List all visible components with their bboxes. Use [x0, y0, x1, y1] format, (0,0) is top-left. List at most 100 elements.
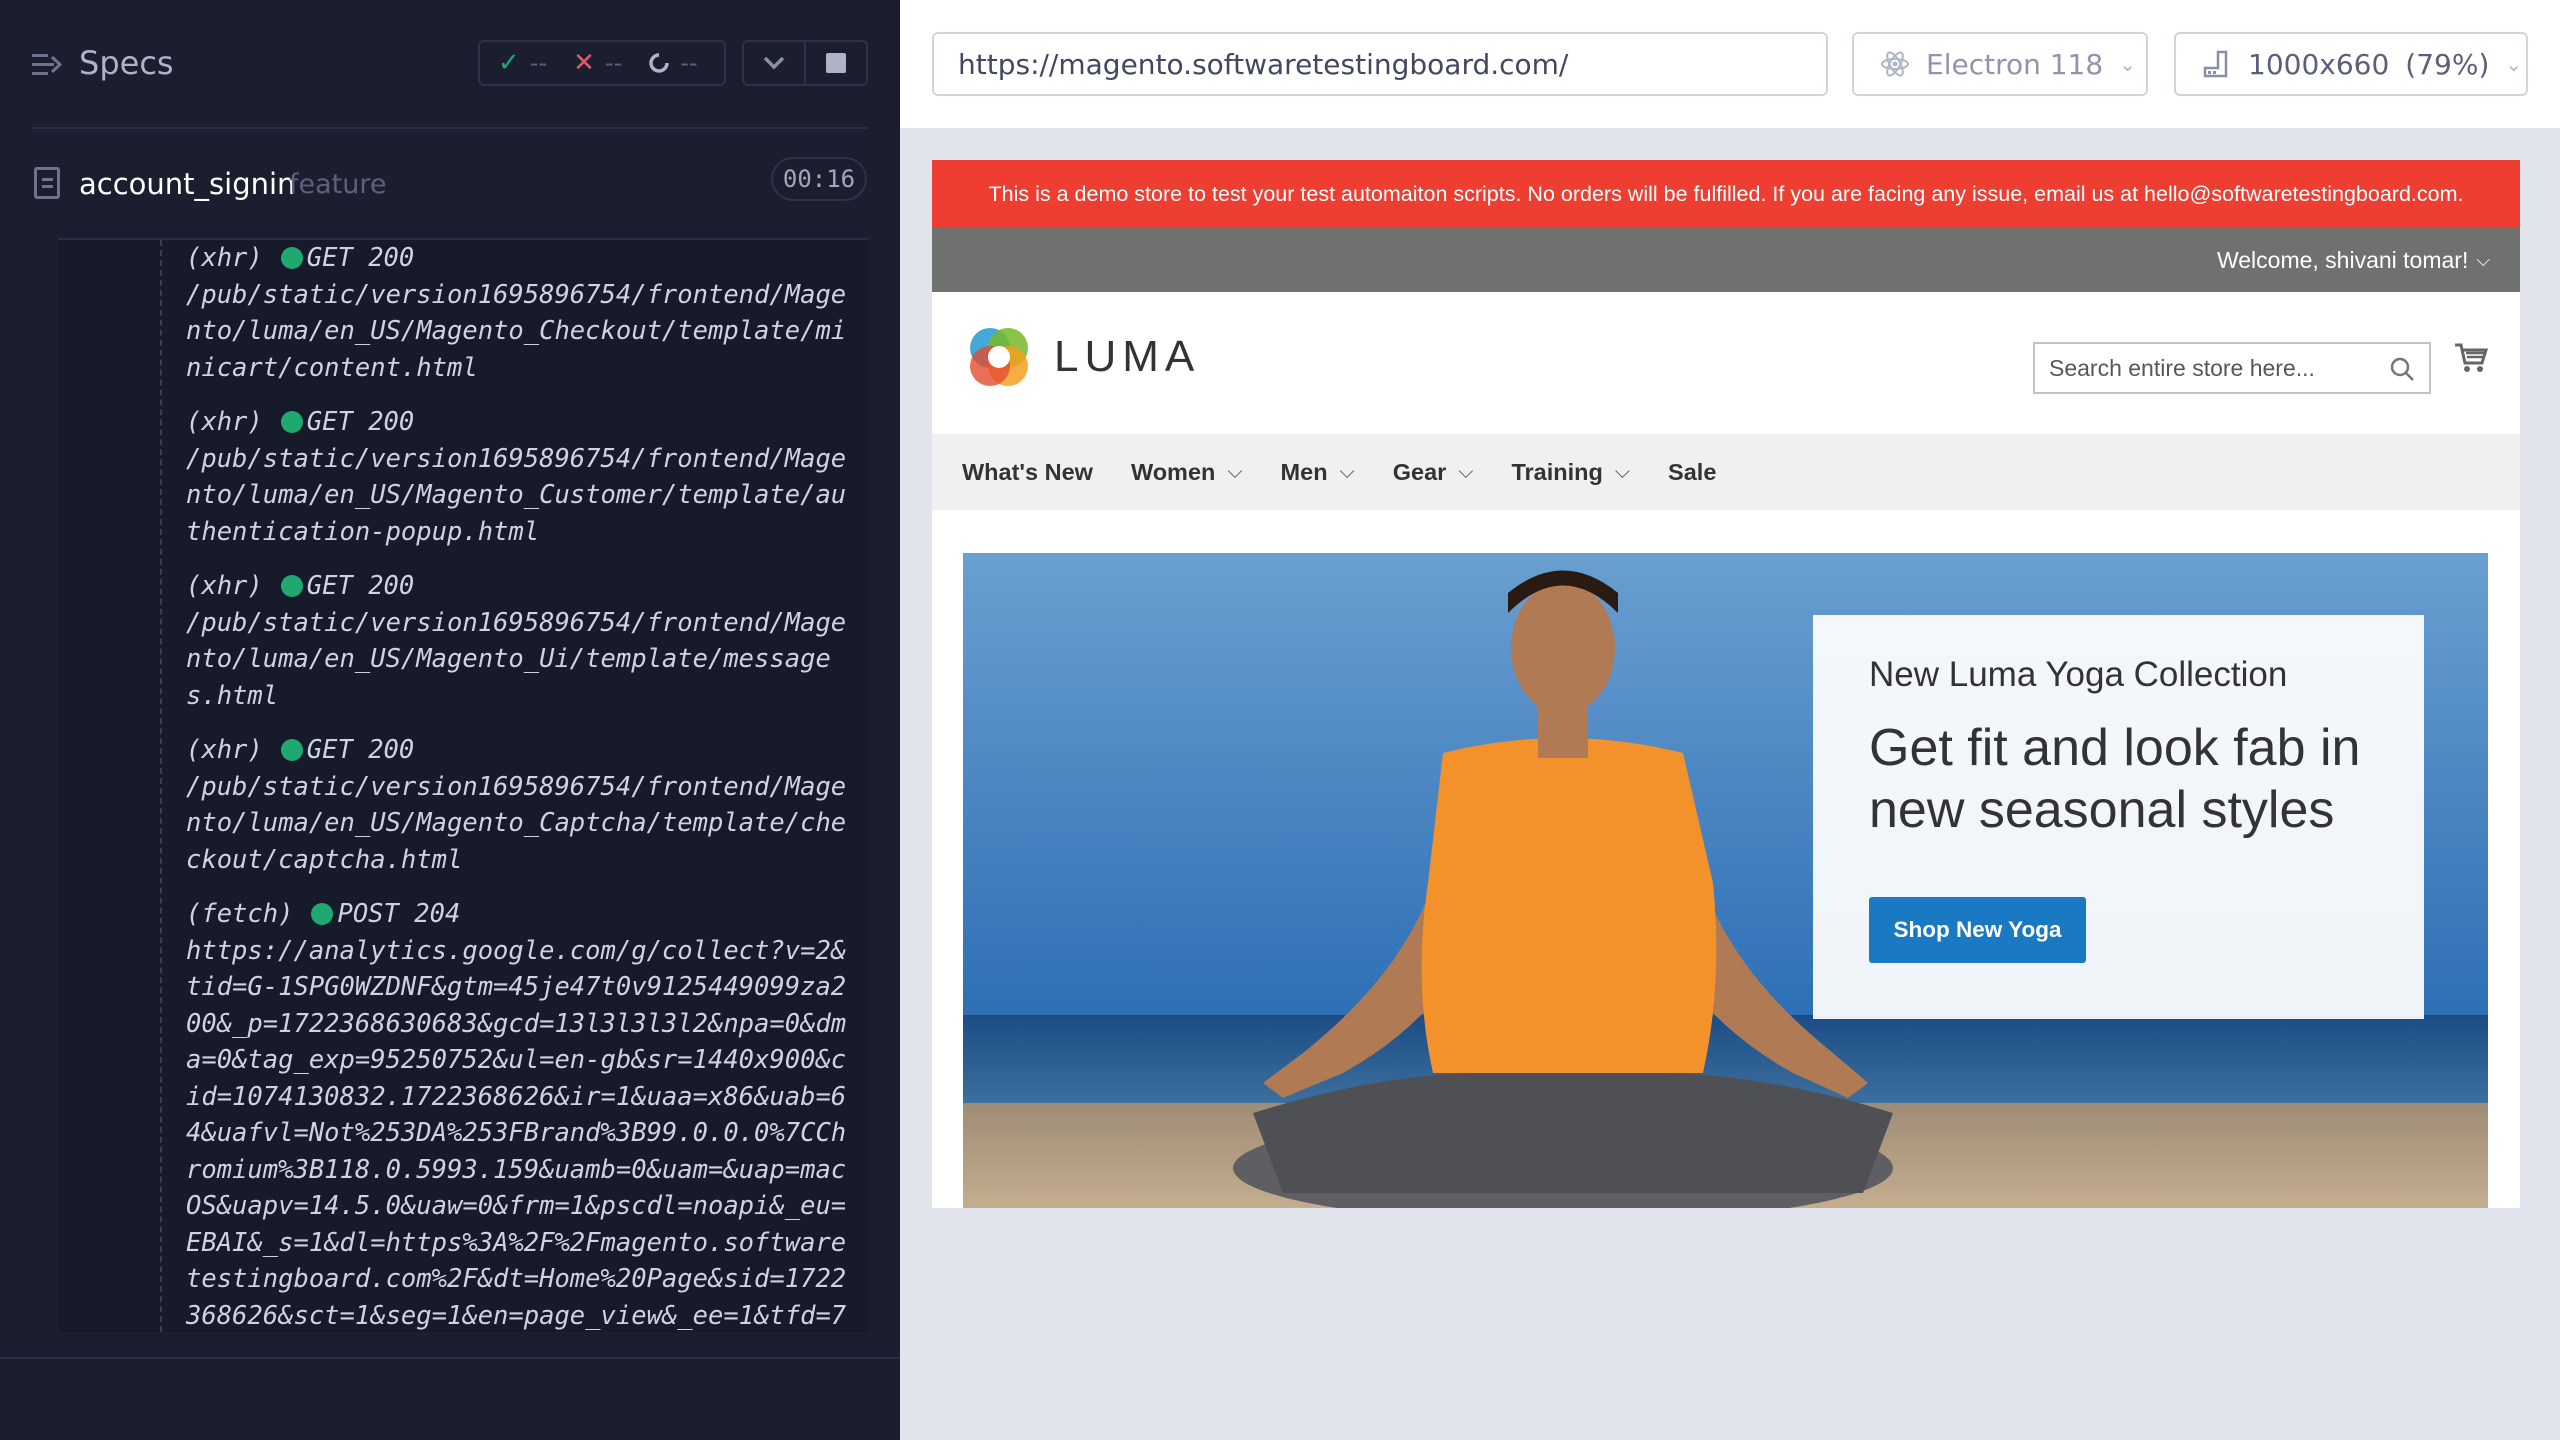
chevron-down-icon: ⌵: [1339, 460, 1355, 483]
spec-extension: feature: [289, 169, 387, 200]
nav-item-men[interactable]: Men ⌵: [1281, 459, 1355, 486]
log-entry[interactable]: (fetch) POST 204 https://analytics.google…: [186, 896, 856, 1332]
nav-item-sale[interactable]: Sale: [1668, 459, 1716, 486]
customer-welcome-bar[interactable]: Welcome, shivani tomar! ⌵: [932, 228, 2520, 292]
aut-header: https://magento.softwaretestingboard.com…: [900, 0, 2560, 128]
pending-count: --: [680, 49, 698, 77]
status-dot-icon: [280, 411, 303, 433]
run-controls: [742, 40, 868, 86]
nav-label: Sale: [1668, 458, 1717, 485]
log-entry[interactable]: (xhr) GET 200 /pub/static/version16958967…: [186, 404, 856, 550]
chevron-down-icon: ⌵: [1458, 460, 1474, 483]
command-log[interactable]: (xhr) GET 200 /pub/static/version16958967…: [58, 238, 868, 1332]
status-dot-icon: [311, 903, 334, 925]
spec-row[interactable]: account_signin feature 00:16: [0, 155, 900, 215]
browser-selector[interactable]: Electron 118 ⌄: [1852, 32, 2148, 96]
log-entry[interactable]: (xhr) GET 200 /pub/static/version16958967…: [186, 568, 856, 714]
welcome-message[interactable]: Welcome, shivani tomar!: [2217, 247, 2468, 274]
divider: [32, 127, 868, 129]
check-icon: ✓: [498, 48, 520, 78]
specs-list-toggle-icon[interactable]: [32, 52, 62, 78]
aut-panel: https://magento.softwaretestingboard.com…: [900, 0, 2560, 1440]
luma-logo-icon: [970, 328, 1028, 386]
nav-item-training[interactable]: Training ⌵: [1511, 459, 1630, 486]
nav-label: Gear: [1392, 458, 1447, 485]
log-method: GET: [306, 407, 353, 437]
log-entry[interactable]: (xhr) GET 200 /pub/static/version16958967…: [186, 732, 856, 878]
log-type: (xhr): [186, 243, 263, 273]
aut-iframe[interactable]: This is a demo store to test your test a…: [932, 160, 2520, 1208]
viewport-selector[interactable]: 1000x660 (79%) ⌄: [2174, 32, 2528, 96]
log-status: 204: [414, 899, 461, 929]
site-header: LUMA Search entire store here...: [932, 292, 2520, 434]
x-icon: ✕: [573, 48, 595, 78]
passed-stat: ✓ --: [498, 48, 547, 78]
hero-banner[interactable]: New Luma Yoga Collection Get fit and loo…: [963, 553, 2488, 1208]
log-status: 200: [368, 735, 415, 765]
log-type: (xhr): [186, 571, 263, 601]
log-url: /pub/static/version1695896754/frontend/M…: [186, 443, 847, 547]
status-dot-icon: [280, 575, 303, 597]
log-status: 200: [368, 243, 415, 273]
collapse-button[interactable]: [744, 42, 804, 84]
nav-label: Women: [1130, 458, 1216, 485]
viewport-size: 1000x660: [2248, 47, 2390, 81]
viewport-icon: [2203, 50, 2228, 78]
nav-item-women[interactable]: Women ⌵: [1131, 459, 1243, 486]
shop-new-yoga-button[interactable]: Shop New Yoga: [1869, 897, 2086, 963]
reporter-header: Specs ✓ -- ✕ -- --: [0, 0, 900, 130]
promo-card: New Luma Yoga Collection Get fit and loo…: [1813, 615, 2424, 1019]
log-status: 200: [368, 571, 415, 601]
log-method: GET: [306, 735, 353, 765]
chevron-down-icon: ⌄: [2505, 52, 2523, 76]
log-entry[interactable]: (xhr) GET 200 /pub/static/version16958967…: [186, 240, 856, 386]
url-bar[interactable]: https://magento.softwaretestingboard.com…: [932, 32, 1828, 96]
divider: [0, 1357, 900, 1359]
log-method: GET: [306, 243, 353, 273]
cart-icon[interactable]: [2454, 342, 2488, 374]
pending-stat: --: [648, 49, 698, 77]
failed-count: --: [604, 49, 623, 77]
logo-text: LUMA: [1054, 332, 1201, 381]
nav-item-whats-new[interactable]: What's New: [962, 459, 1093, 486]
status-dot-icon: [280, 247, 303, 269]
main-nav: What's New Women ⌵ Men ⌵ Gear ⌵ Training ⌵ S…: [932, 434, 2520, 510]
chevron-down-icon: ⌵: [1227, 460, 1243, 483]
log-type: (xhr): [186, 407, 263, 437]
promo-subtitle: New Luma Yoga Collection: [1869, 655, 2288, 694]
search-icon[interactable]: [2389, 356, 2415, 382]
nav-label: Training: [1511, 458, 1603, 485]
chevron-down-icon: [763, 56, 785, 70]
spec-name: account_signin: [79, 167, 296, 201]
test-stats: ✓ -- ✕ -- --: [478, 40, 726, 86]
search-placeholder: Search entire store here...: [2049, 354, 2315, 381]
log-type: (fetch): [186, 899, 294, 929]
log-url: /pub/static/version1695896754/frontend/M…: [186, 607, 847, 711]
log-method: GET: [306, 571, 353, 601]
nav-label: What's New: [962, 458, 1093, 485]
spec-duration: 00:16: [771, 157, 867, 201]
spinner-icon: [649, 53, 669, 73]
chevron-down-icon: ⌄: [2119, 52, 2136, 76]
log-url: https://analytics.google.com/g/collect?v…: [186, 935, 847, 1331]
log-method: POST: [337, 899, 399, 929]
log-url: /pub/static/version1695896754/frontend/M…: [186, 279, 847, 383]
stop-icon: [826, 53, 846, 73]
passed-count: --: [529, 49, 548, 77]
search-input[interactable]: Search entire store here...: [2033, 342, 2431, 394]
log-type: (xhr): [186, 735, 263, 765]
electron-icon: [1881, 51, 1909, 77]
demo-notice-banner: This is a demo store to test your test a…: [932, 160, 2520, 228]
log-status: 200: [368, 407, 415, 437]
specs-title[interactable]: Specs: [79, 44, 174, 82]
reporter-panel: Specs ✓ -- ✕ -- -- account_signin featur…: [0, 0, 900, 1440]
log-url: /pub/static/version1695896754/frontend/M…: [186, 771, 847, 875]
chevron-down-icon[interactable]: ⌵: [2476, 250, 2490, 271]
viewport-scale: (79%): [2405, 47, 2490, 81]
browser-name: Electron 118: [1926, 47, 2104, 81]
luma-logo[interactable]: LUMA: [964, 322, 1200, 392]
status-dot-icon: [280, 739, 303, 761]
stop-button[interactable]: [804, 42, 866, 84]
promo-title: Get fit and look fab in new seasonal sty…: [1869, 719, 2361, 839]
nav-item-gear[interactable]: Gear ⌵: [1393, 459, 1474, 486]
